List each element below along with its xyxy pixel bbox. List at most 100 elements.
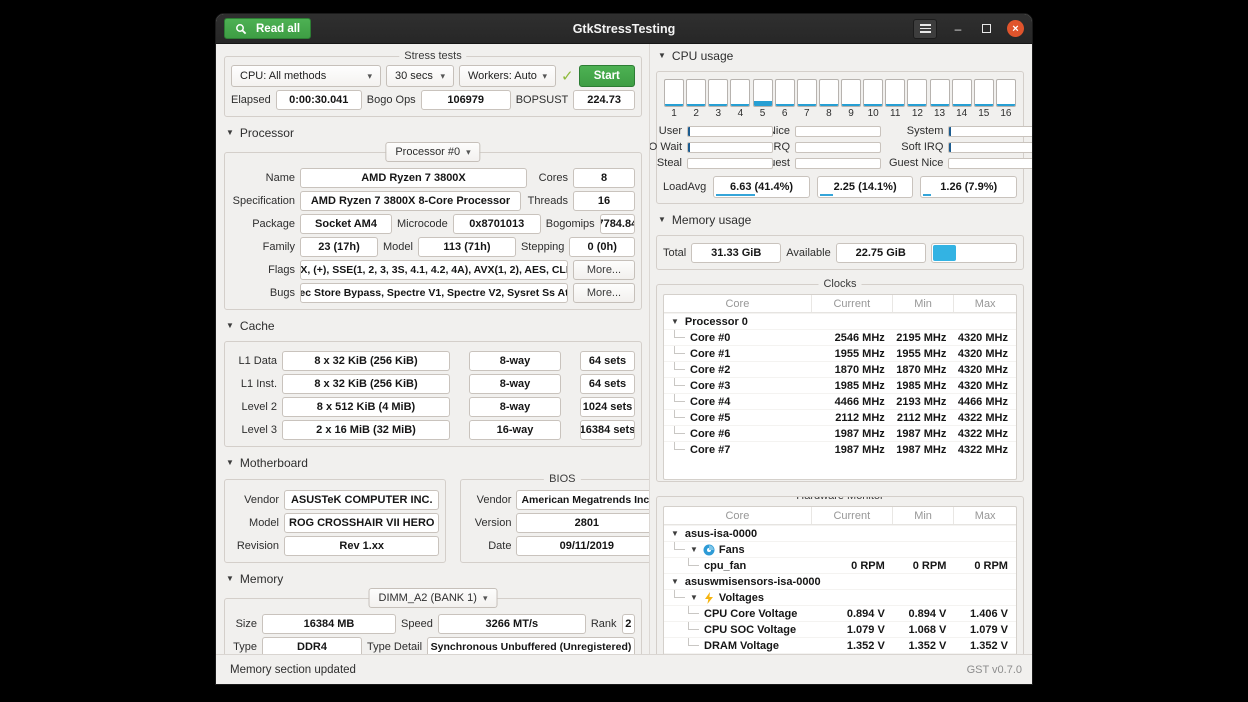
family-value: 23 (17h): [300, 237, 378, 257]
core-usage-bar: [775, 79, 795, 107]
package-value: Socket AM4: [300, 214, 392, 234]
cache-assoc: 8-way: [469, 374, 561, 394]
processor-selector[interactable]: Processor #0▾: [385, 142, 480, 162]
read-all-label: Read all: [256, 23, 300, 35]
clock-row[interactable]: Core #02546 MHz2195 MHz4320 MHz: [664, 329, 1016, 345]
stressor-combo[interactable]: CPU: All methods▾: [231, 65, 381, 87]
hwmon-col-current[interactable]: Current: [812, 507, 893, 524]
clocks-col-current[interactable]: Current: [812, 295, 893, 312]
app-version: GST v0.7.0: [967, 664, 1022, 676]
bops-label: BOPSUST: [516, 94, 569, 106]
hwmon-group-row[interactable]: ▼asus-isa-0000: [664, 525, 1016, 541]
clock-row[interactable]: Core #44466 MHz2193 MHz4466 MHz: [664, 393, 1016, 409]
size-value: 16384 MB: [262, 614, 396, 634]
cache-section-header[interactable]: ▼ Cache: [226, 319, 642, 333]
minimize-button[interactable]: –: [951, 22, 965, 36]
core-usage-bar: [819, 79, 839, 107]
clocks-col-min[interactable]: Min: [893, 295, 955, 312]
hardware-monitor-frame: Hardware Monitor Core Current Min Max ▼a…: [656, 496, 1024, 654]
hwmon-subgroup-row[interactable]: ▼ Fans: [664, 541, 1016, 557]
softirq-label: Soft IRQ: [901, 141, 943, 153]
bios-version-label: Version: [467, 517, 511, 529]
hwmon-col-core[interactable]: Core: [664, 507, 812, 524]
bios-date-value: 09/11/2019: [516, 536, 650, 556]
clocks-col-core[interactable]: Core: [664, 295, 812, 312]
hwmon-sensor-row[interactable]: CPU SOC Voltage1.079 V1.068 V1.079 V: [664, 621, 1016, 637]
speed-value: 3266 MT/s: [438, 614, 586, 634]
memory-usage-bar: [931, 243, 1017, 263]
cores-label: Cores: [532, 172, 568, 184]
duration-combo[interactable]: 30 secs▾: [386, 65, 454, 87]
board-model-label: Model: [231, 517, 279, 529]
cache-assoc: 8-way: [469, 351, 561, 371]
clock-row[interactable]: Core #71987 MHz1987 MHz4322 MHz: [664, 441, 1016, 457]
total-label: Total: [663, 247, 686, 259]
hwmon-col-min[interactable]: Min: [893, 507, 955, 524]
core-usage-bar: [952, 79, 972, 107]
memory-section-header[interactable]: ▼ Memory: [226, 572, 642, 586]
cpu-usage-section-header[interactable]: ▼ CPU usage: [658, 49, 1024, 63]
processor-section-header[interactable]: ▼ Processor: [226, 126, 642, 140]
cache-row-label: Level 2: [231, 401, 277, 413]
clock-row[interactable]: Core #21870 MHz1870 MHz4320 MHz: [664, 361, 1016, 377]
memory-usage-frame: Total 31.33 GiB Available 22.75 GiB: [656, 235, 1024, 270]
hwmon-group-row[interactable]: ▼asuswmisensors-isa-0000: [664, 573, 1016, 589]
specification-label: Specification: [231, 195, 295, 207]
steal-label: Steal: [657, 157, 682, 169]
bolt-icon: [703, 592, 715, 604]
bops-value: 224.73: [573, 90, 635, 110]
guestnice-label: Guest Nice: [889, 157, 943, 169]
system-label: System: [907, 125, 944, 137]
clocks-group-row[interactable]: ▼Processor 0: [664, 313, 1016, 329]
clock-row[interactable]: Core #11955 MHz1955 MHz4320 MHz: [664, 345, 1016, 361]
cache-size: 8 x 32 KiB (256 KiB): [282, 351, 450, 371]
size-label: Size: [231, 618, 257, 630]
expander-icon: ▼: [226, 322, 234, 330]
workers-combo[interactable]: Workers: Auto▾: [459, 65, 556, 87]
guestnice-meter: [948, 158, 1032, 169]
motherboard-section-header[interactable]: ▼ Motherboard: [226, 456, 642, 470]
clock-row[interactable]: Core #52112 MHz2112 MHz4322 MHz: [664, 409, 1016, 425]
elapsed-label: Elapsed: [231, 94, 271, 106]
app-window: Read all GtkStressTesting – × Stress tes…: [216, 14, 1032, 684]
bios-legend: BIOS: [544, 473, 580, 485]
bios-frame: BIOS Vendor American Megatrends Inc. Ver…: [460, 479, 650, 563]
hwmon-sensor-row[interactable]: cpu_fan0 RPM0 RPM0 RPM: [664, 557, 1016, 573]
loadavg-1min: 6.63 (41.4%): [713, 176, 810, 198]
hwmon-col-max[interactable]: Max: [954, 507, 1016, 524]
dimm-selector[interactable]: DIMM_A2 (BANK 1)▾: [369, 588, 498, 608]
bugs-more-button[interactable]: More...: [573, 283, 635, 303]
start-button[interactable]: Start: [579, 65, 635, 87]
flags-label: Flags: [231, 264, 295, 276]
clock-row[interactable]: Core #31985 MHz1985 MHz4320 MHz: [664, 377, 1016, 393]
expander-icon: ▼: [226, 575, 234, 583]
board-frame: Vendor ASUSTeK COMPUTER INC. Model ROG C…: [224, 479, 446, 563]
hwmon-sensor-row[interactable]: CPU Core Voltage0.894 V0.894 V1.406 V: [664, 605, 1016, 621]
nice-meter: [795, 126, 881, 137]
chevron-down-icon: ▾: [542, 71, 547, 82]
read-all-button[interactable]: Read all: [224, 18, 311, 39]
flags-more-button[interactable]: More...: [573, 260, 635, 280]
memory-usage-section-header[interactable]: ▼ Memory usage: [658, 213, 1024, 227]
core-usage-bar: [730, 79, 750, 107]
core-usage-bar: [797, 79, 817, 107]
chevron-down-icon: ▾: [367, 71, 372, 82]
cache-assoc: 8-way: [469, 397, 561, 417]
cpu-name-value: AMD Ryzen 7 3800X: [300, 168, 527, 188]
model-label: Model: [383, 241, 413, 253]
statusbar: Memory section updated GST v0.7.0: [216, 654, 1032, 684]
screen-background: Read all GtkStressTesting – × Stress tes…: [0, 0, 1248, 702]
clock-row[interactable]: Core #61987 MHz1987 MHz4322 MHz: [664, 425, 1016, 441]
hamburger-menu-button[interactable]: [913, 19, 937, 39]
hwmon-sensor-row[interactable]: DRAM Voltage1.352 V1.352 V1.352 V: [664, 637, 1016, 653]
threads-value: 16: [573, 191, 635, 211]
maximize-button[interactable]: [979, 22, 993, 36]
hardware-monitor-table: Core Current Min Max ▼asus-isa-0000 ▼ Fa…: [663, 506, 1017, 654]
close-button[interactable]: ×: [1007, 20, 1024, 37]
type-detail-label: Type Detail: [367, 641, 422, 653]
hwmon-subgroup-row[interactable]: ▼ Voltages: [664, 589, 1016, 605]
bios-date-label: Date: [467, 540, 511, 552]
core-usage-bar: [974, 79, 994, 107]
titlebar[interactable]: Read all GtkStressTesting – ×: [216, 14, 1032, 44]
clocks-col-max[interactable]: Max: [954, 295, 1016, 312]
